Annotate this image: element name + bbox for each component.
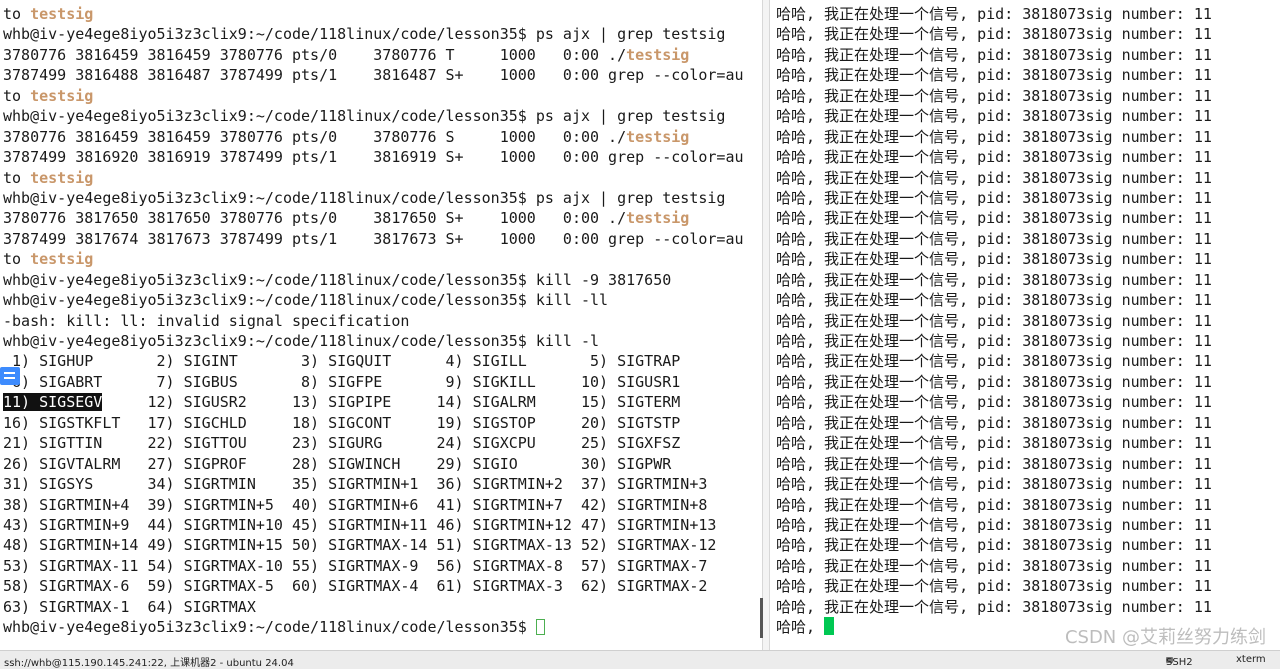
highlighted-match: testsig <box>30 168 94 187</box>
terminal-line: 哈哈, 我正在处理一个信号, pid: 3818073sig number: 1… <box>776 454 1212 473</box>
cursor <box>824 617 835 636</box>
terminal-line: 哈哈, 我正在处理一个信号, pid: 3818073sig number: 1… <box>776 372 1212 391</box>
terminal-line: 哈哈, 我正在处理一个信号, pid: 3818073sig number: 1… <box>776 168 1212 187</box>
terminal-line: 26) SIGVTALRM 27) SIGPROF 28) SIGWINCH 2… <box>3 454 672 473</box>
terminal-line: 11) SIGSEGV 12) SIGUSR2 13) SIGPIPE 14) … <box>3 393 681 412</box>
terminal-line: 48) SIGRTMIN+14 49) SIGRTMIN+15 50) SIGR… <box>3 536 717 555</box>
watermark: CSDN @艾莉丝努力练剑 <box>1064 627 1266 648</box>
terminal-line: 哈哈, 我正在处理一个信号, pid: 3818073sig number: 1… <box>776 229 1212 248</box>
terminal-line: 3780776 3816459 3816459 3780776 pts/0 37… <box>3 45 690 64</box>
terminal-line: 3787499 3816488 3816487 3787499 pts/1 38… <box>3 66 744 85</box>
terminal-line: 哈哈, 我正在处理一个信号, pid: 3818073sig number: 1… <box>776 86 1212 105</box>
terminal-line: 哈哈, 我正在处理一个信号, pid: 3818073sig number: 1… <box>776 495 1212 514</box>
protocol-text: SSH2 <box>1166 657 1193 668</box>
terminal-line: 16) SIGSTKFLT 17) SIGCHLD 18) SIGCONT 19… <box>3 413 681 432</box>
terminal-line: whb@iv-ye4ege8iyo5i3z3clix9:~/code/118li… <box>3 25 726 44</box>
left-terminal-output[interactable]: to testsig whb@iv-ye4ege8iyo5i3z3clix9:~/… <box>3 4 760 638</box>
terminal-line: 哈哈, 我正在处理一个信号, pid: 3818073sig number: 1… <box>776 475 1212 494</box>
terminal-line: whb@iv-ye4ege8iyo5i3z3clix9:~/code/118li… <box>3 188 726 207</box>
terminal-line: 哈哈, 我正在处理一个信号, pid: 3818073sig number: 1… <box>776 311 1212 330</box>
terminal-line: 哈哈, 我正在处理一个信号, pid: 3818073sig number: 1… <box>776 148 1212 167</box>
terminal-line: 哈哈, 我正在处理一个信号, pid: 3818073sig number: 1… <box>776 556 1212 575</box>
terminal-line: to testsig <box>3 168 94 187</box>
terminal-line: 哈哈, 我正在处理一个信号, pid: 3818073sig number: 1… <box>776 5 1212 23</box>
terminal-line: whb@iv-ye4ege8iyo5i3z3clix9:~/code/118li… <box>3 107 726 126</box>
left-terminal-pane[interactable]: to testsig whb@iv-ye4ege8iyo5i3z3clix9:~/… <box>0 0 760 651</box>
terminal-type: xterm <box>1236 654 1266 665</box>
terminal-line: 21) SIGTTIN 22) SIGTTOU 23) SIGURG 24) S… <box>3 434 681 453</box>
terminal-line: 哈哈, 我正在处理一个信号, pid: 3818073sig number: 1… <box>776 413 1212 432</box>
terminal-line: 哈哈, 我正在处理一个信号, pid: 3818073sig number: 1… <box>776 250 1212 269</box>
terminal-line: 哈哈, 我正在处理一个信号, pid: 3818073sig number: 1… <box>776 270 1212 289</box>
terminal-line: 哈哈, 我正在处理一个信号, pid: 3818073sig number: 1… <box>776 107 1212 126</box>
terminal-line: 38) SIGRTMIN+4 39) SIGRTMIN+5 40) SIGRTM… <box>3 495 708 514</box>
terminal-prompt-line[interactable]: whb@iv-ye4ege8iyo5i3z3clix9:~/code/118li… <box>3 617 760 637</box>
terminal-line: 哈哈, 我正在处理一个信号, pid: 3818073sig number: 1… <box>776 45 1212 64</box>
terminal-line: 哈哈, 我正在处理一个信号, pid: 3818073sig number: 1… <box>776 352 1212 371</box>
terminal-line: 3780776 3816459 3816459 3780776 pts/0 37… <box>3 127 690 146</box>
terminal-line: 哈哈, 我正在处理一个信号, pid: 3818073sig number: 1… <box>776 188 1212 207</box>
terminal-line: 哈哈, 我正在处理一个信号, pid: 3818073sig number: 1… <box>776 536 1212 555</box>
terminal-line: 3780776 3817650 3817650 3780776 pts/0 38… <box>3 209 690 228</box>
terminal-line: 哈哈, 我正在处理一个信号, pid: 3818073sig number: 1… <box>776 209 1212 228</box>
terminal-line: 63) SIGRTMAX-1 64) SIGRTMAX <box>3 597 256 616</box>
list-icon[interactable] <box>0 367 20 385</box>
connection-info: ssh://whb@115.190.145.241:22, 上课机器2 - ub… <box>4 658 294 669</box>
terminal-line: 哈哈, 我正在处理一个信号, pid: 3818073sig number: 1… <box>776 127 1212 146</box>
terminal-line: whb@iv-ye4ege8iyo5i3z3clix9:~/code/118li… <box>3 291 609 310</box>
terminal-line: to testsig <box>3 5 94 23</box>
terminal-line: 哈哈, 我正在处理一个信号, pid: 3818073sig number: 1… <box>776 332 1212 350</box>
terminal-line: whb@iv-ye4ege8iyo5i3z3clix9:~/code/118li… <box>3 270 672 289</box>
status-bar: ssh://whb@115.190.145.241:22, 上课机器2 - ub… <box>0 650 1280 669</box>
terminal-line: 哈哈, 我正在处理一个信号, pid: 3818073sig number: 1… <box>776 515 1212 534</box>
scrollbar-thumb[interactable] <box>760 598 763 638</box>
terminal-line: 哈哈, 我正在处理一个信号, pid: 3818073sig number: 1… <box>776 434 1212 453</box>
highlighted-match: testsig <box>30 250 94 269</box>
terminal-line: 3787499 3817674 3817673 3787499 pts/1 38… <box>3 229 744 248</box>
terminal-line: 43) SIGRTMIN+9 44) SIGRTMIN+10 45) SIGRT… <box>3 515 717 534</box>
terminal-line: 3787499 3816920 3816919 3787499 pts/1 38… <box>3 148 744 167</box>
terminal-line: 1) SIGHUP 2) SIGINT 3) SIGQUIT 4) SIGILL… <box>3 352 681 371</box>
right-terminal-output[interactable]: 哈哈, 我正在处理一个信号, pid: 3818073sig number: 1… <box>776 4 1280 638</box>
highlighted-match: testsig <box>626 127 690 146</box>
terminal-line: 6) SIGABRT 7) SIGBUS 8) SIGFPE 9) SIGKIL… <box>3 372 681 391</box>
right-terminal-pane[interactable]: 哈哈, 我正在处理一个信号, pid: 3818073sig number: 1… <box>770 0 1280 651</box>
terminal-line: 53) SIGRTMAX-11 54) SIGRTMAX-10 55) SIGR… <box>3 556 708 575</box>
terminal-line: -bash: kill: ll: invalid signal specific… <box>3 311 410 330</box>
terminal-line: whb@iv-ye4ege8iyo5i3z3clix9:~/code/118li… <box>3 332 600 350</box>
terminal-line: 哈哈, 我正在处理一个信号, pid: 3818073sig number: 1… <box>776 577 1212 596</box>
terminal-line: 哈哈, 我正在处理一个信号, pid: 3818073sig number: 1… <box>776 291 1212 310</box>
terminal-line: 31) SIGSYS 34) SIGRTMIN 35) SIGRTMIN+1 3… <box>3 475 708 494</box>
highlighted-match: testsig <box>30 5 94 23</box>
terminal-line: 哈哈, 我正在处理一个信号, pid: 3818073sig number: 1… <box>776 66 1212 85</box>
terminal-line: 哈哈, 我正在处理一个信号, pid: 3818073sig number: 1… <box>776 597 1212 616</box>
highlighted-match: testsig <box>30 86 94 105</box>
terminal-line: 哈哈, 我正在处理一个信号, pid: 3818073sig number: 1… <box>776 393 1212 412</box>
terminal-line: to testsig <box>3 250 94 269</box>
selected-text: 11) SIGSEGV <box>3 393 103 412</box>
pane-divider[interactable] <box>762 0 770 651</box>
highlighted-match: testsig <box>626 209 690 228</box>
highlighted-match: testsig <box>626 45 690 64</box>
terminal-line: 哈哈, 我正在处理一个信号, pid: 3818073sig number: 1… <box>776 25 1212 44</box>
terminal-line: to testsig <box>3 86 94 105</box>
terminal-line: 58) SIGRTMAX-6 59) SIGRTMAX-5 60) SIGRTM… <box>3 577 708 596</box>
cursor <box>535 619 545 636</box>
